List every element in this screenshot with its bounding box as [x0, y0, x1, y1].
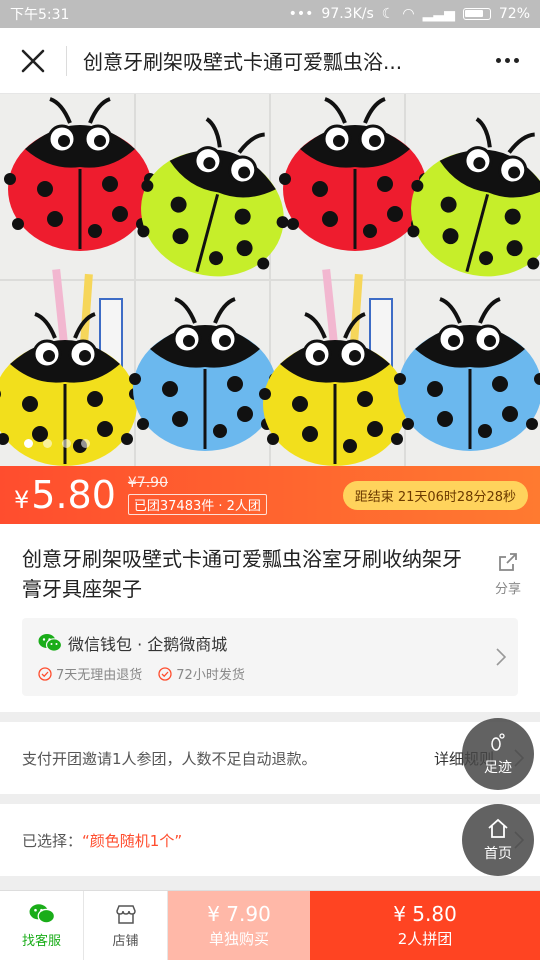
battery-level: 72% [498, 6, 530, 22]
price-bar: ¥ 5.80 ¥7.90 已团37483件 · 2人团 距结束 21天06时28… [0, 466, 540, 524]
group-price: ¥ 5.80 [14, 476, 116, 514]
gallery-dot-active [24, 439, 33, 448]
store-button[interactable]: 店铺 [84, 891, 168, 960]
group-buy-button[interactable]: ¥ 5.80 2人拼团 [310, 891, 540, 960]
customer-service-button[interactable]: 找客服 [0, 891, 84, 960]
price-value: 5.80 [31, 473, 116, 517]
product-info: 创意牙刷架吸壁式卡通可爱瓢虫浴室牙刷收纳架牙膏牙具座架子 分享 微信钱包 · 企… [0, 524, 540, 712]
single-price: ¥ 7.90 [207, 902, 271, 926]
gallery-dot [81, 439, 90, 448]
check-circle-icon [38, 666, 52, 681]
status-time: 下午5:31 [10, 7, 70, 23]
customer-service-label: 找客服 [21, 933, 61, 949]
nav-bar: 创意牙刷架吸壁式卡通可爱瓢虫浴... [0, 28, 540, 94]
page-title: 创意牙刷架吸壁式卡通可爱瓢虫浴... [83, 50, 403, 74]
share-icon [499, 553, 517, 571]
network-speed: 97.3K/s [321, 6, 374, 22]
check-circle-icon [158, 666, 172, 681]
more-button[interactable] [474, 28, 540, 94]
shop-card[interactable]: 微信钱包 · 企鹅微商城 7天无理由退货 72小时发货 [22, 618, 518, 696]
wechat-icon [29, 903, 55, 924]
more-dot-icon [495, 58, 501, 63]
single-label: 单独购买 [208, 930, 269, 948]
more-dot-icon [504, 58, 510, 63]
home-button[interactable]: 首页 [462, 804, 534, 876]
more-dots-icon: ••• [288, 6, 314, 22]
close-icon [21, 49, 45, 72]
store-label: 店铺 [112, 933, 139, 949]
signal-icon: ▂▃▅ [422, 6, 455, 22]
store-icon [115, 904, 136, 924]
home-icon [488, 818, 508, 838]
share-button[interactable]: 分享 [488, 550, 528, 597]
group-rule-text: 支付开团邀请1人参团，人数不足自动退款。 [22, 749, 317, 768]
buy-alone-button[interactable]: ¥ 7.90 单独购买 [168, 891, 310, 960]
currency-symbol: ¥ [14, 486, 30, 514]
group-count-badge: 已团37483件 · 2人团 [127, 494, 267, 515]
group-rule-row[interactable]: 支付开团邀请1人参团，人数不足自动退款。 详细规则 [0, 722, 540, 794]
service-tag: 7天无理由退货 [38, 664, 142, 683]
footprint-icon [491, 733, 505, 751]
share-label: 分享 [494, 582, 521, 597]
moon-icon: ☾ [381, 6, 395, 22]
service-tag: 72小时发货 [158, 664, 245, 683]
gallery-dot [43, 439, 52, 448]
footprint-label: 足迹 [484, 760, 512, 776]
wifi-icon: ◠ [402, 6, 415, 22]
gallery-dot [62, 439, 71, 448]
ladybug-holders-image [0, 94, 540, 466]
service-tags: 7天无理由退货 72小时发货 [38, 664, 245, 683]
service-tag-label: 7天无理由退货 [56, 668, 143, 683]
selection-row[interactable]: 已选择： “颜色随机1个” [0, 804, 540, 876]
chevron-right-icon [496, 648, 506, 666]
gallery-pagination [24, 439, 90, 448]
group-label: 2人拼团 [397, 930, 453, 948]
footprint-button[interactable]: 足迹 [462, 718, 534, 790]
product-title: 创意牙刷架吸壁式卡通可爱瓢虫浴室牙刷收纳架牙膏牙具座架子 [22, 547, 462, 601]
status-bar: 下午5:31 ••• 97.3K/s ☾ ◠ ▂▃▅ 72% [0, 0, 540, 28]
more-dot-icon [513, 58, 519, 63]
selection-value: “颜色随机1个” [82, 831, 183, 850]
bottom-action-bar: 找客服 店铺 ¥ 7.90 单独购买 ¥ 5.80 2人拼团 [0, 890, 540, 960]
wechat-icon [38, 634, 62, 652]
product-image-gallery[interactable] [0, 94, 540, 466]
home-label: 首页 [484, 846, 512, 862]
selection-label: 已选择： [22, 831, 83, 850]
battery-icon [462, 8, 491, 20]
close-button[interactable] [0, 28, 66, 94]
countdown-badge: 距结束 21天06时28分28秒 [342, 480, 528, 510]
original-price: ¥7.90 [127, 475, 168, 491]
shop-name: 微信钱包 · 企鹅微商城 [68, 635, 228, 654]
group-price-value: ¥ 5.80 [393, 902, 457, 926]
service-tag-label: 72小时发货 [176, 668, 245, 683]
